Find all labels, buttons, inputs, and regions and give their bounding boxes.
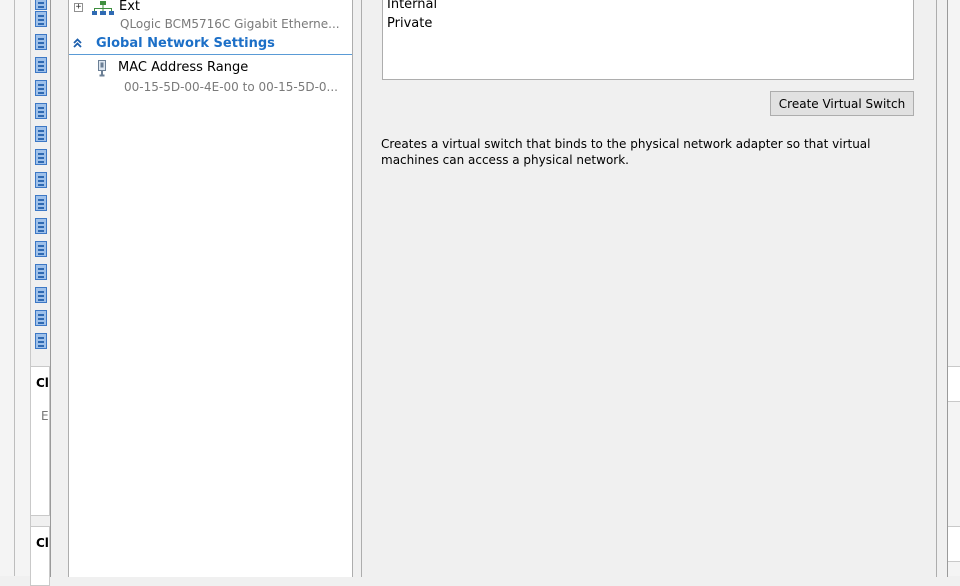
switch-type-list[interactable]: Internal Private <box>382 0 914 80</box>
global-network-settings-header[interactable]: Global Network Settings <box>69 36 352 55</box>
switch-adapter-label: QLogic BCM5716C Gigabit Etherne... <box>120 17 340 31</box>
collapse-chevron-icon[interactable] <box>73 38 82 51</box>
switch-tree-panel: + Ext QLogic BCM5716C Gigabit Etherne... <box>68 0 353 577</box>
vm-icon <box>35 80 47 96</box>
vm-icon <box>35 34 47 50</box>
background-right-edge <box>946 0 960 576</box>
switch-name: Ext <box>119 0 141 14</box>
background-right-panel <box>946 526 960 562</box>
virtual-switch-manager-dialog: + Ext QLogic BCM5716C Gigabit Etherne... <box>50 0 948 577</box>
section-title: Global Network Settings <box>96 36 275 51</box>
create-switch-panel: Internal Private Create Virtual Switch C… <box>361 0 937 577</box>
tree-item-mac-address-range[interactable]: MAC Address Range <box>118 60 248 75</box>
vm-icon <box>35 333 47 349</box>
background-panel-title: Cl <box>36 376 49 390</box>
switch-type-option[interactable]: Private <box>387 16 432 31</box>
mac-range-value: 00-15-5D-00-4E-00 to 00-15-5D-0... <box>124 80 338 94</box>
vm-icon <box>35 57 47 73</box>
vm-icon <box>35 126 47 142</box>
background-divider <box>14 0 15 576</box>
background-left-strip <box>0 0 31 576</box>
vm-icon <box>35 0 47 10</box>
tree-item-ext-switch[interactable]: + Ext <box>69 0 352 17</box>
mac-range-icon <box>98 60 106 77</box>
mac-range-title: MAC Address Range <box>118 60 249 75</box>
create-virtual-switch-button[interactable]: Create Virtual Switch <box>770 91 914 116</box>
vm-icon <box>35 218 47 234</box>
vm-icon <box>35 241 47 257</box>
background-panel <box>30 526 50 586</box>
vm-icon <box>35 103 47 119</box>
vm-icon <box>35 264 47 280</box>
switch-type-option[interactable]: Internal <box>387 0 437 12</box>
vm-icon <box>35 287 47 303</box>
network-adapter-icon <box>92 1 114 15</box>
background-panel-text: E <box>41 409 49 423</box>
vm-icon <box>35 11 47 27</box>
expand-icon[interactable]: + <box>74 3 83 12</box>
switch-type-description: Creates a virtual switch that binds to t… <box>381 137 871 167</box>
background-panel-title: Cl <box>36 536 49 550</box>
background-right-panel <box>946 366 960 402</box>
vm-icon <box>35 195 47 211</box>
double-chevron-up-icon <box>73 38 82 48</box>
vm-icon <box>35 310 47 326</box>
vm-icon <box>35 149 47 165</box>
vm-icon <box>35 172 47 188</box>
